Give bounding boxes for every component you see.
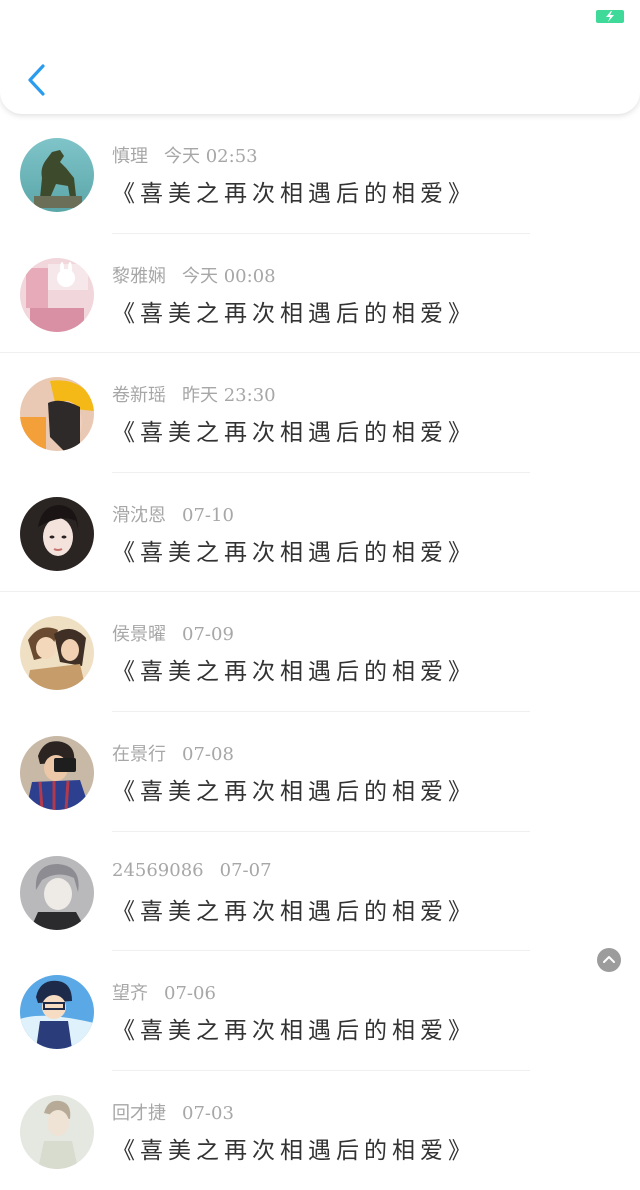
message-time: 今天 02:53 xyxy=(164,146,258,167)
message-title: 《喜美之再次相遇后的相爱》 xyxy=(112,659,476,686)
avatar[interactable] xyxy=(20,496,94,571)
message-time: 今天 00:08 xyxy=(182,265,276,287)
sender-name: 侯景曜 xyxy=(112,624,166,646)
sender-name: 在景行 xyxy=(112,743,166,765)
message-time: 07-03 xyxy=(182,1102,234,1124)
sender-name: 慎理 xyxy=(112,146,148,167)
message-title: 《喜美之再次相遇后的相爱》 xyxy=(112,539,476,566)
chevron-left-icon xyxy=(28,64,45,96)
sender-name: 滑沈恩 xyxy=(112,504,166,526)
message-title: 《喜美之再次相遇后的相爱》 xyxy=(112,300,476,327)
list-item[interactable]: 24569086 07-07 《喜美之再次相遇后的相爱》 xyxy=(0,832,640,952)
message-title: 《喜美之再次相遇后的相爱》 xyxy=(112,898,476,925)
sender-name: 回才捷 xyxy=(112,1102,166,1124)
list-item[interactable]: 侯景曜 07-09 《喜美之再次相遇后的相爱》 xyxy=(0,592,640,712)
list-item[interactable]: 卷新瑶 昨天 23:30 《喜美之再次相遇后的相爱》 xyxy=(0,353,640,473)
avatar[interactable] xyxy=(20,855,94,930)
avatar[interactable] xyxy=(20,138,94,212)
list-item[interactable]: 回才捷 07-03 《喜美之再次相遇后的相爱》 xyxy=(0,1071,640,1190)
list-item[interactable]: 黎雅娴 今天 00:08 《喜美之再次相遇后的相爱》 xyxy=(0,234,640,354)
avatar[interactable] xyxy=(20,377,94,452)
message-time: 07-06 xyxy=(164,983,216,1005)
list-item[interactable]: 慎理 今天 02:53 《喜美之再次相遇后的相爱》 xyxy=(0,114,640,234)
message-time: 07-10 xyxy=(182,504,234,526)
message-title: 《喜美之再次相遇后的相爱》 xyxy=(112,420,476,447)
message-time: 07-09 xyxy=(182,624,234,646)
list-item[interactable]: 望齐 07-06 《喜美之再次相遇后的相爱》 xyxy=(0,951,640,1071)
list-item[interactable]: 滑沈恩 07-10 《喜美之再次相遇后的相爱》 xyxy=(0,473,640,593)
message-time: 07-07 xyxy=(219,859,272,881)
sender-name: 望齐 xyxy=(112,983,148,1005)
message-title: 《喜美之再次相遇后的相爱》 xyxy=(112,778,476,805)
avatar[interactable] xyxy=(20,1094,94,1169)
message-list: 慎理 今天 02:53 《喜美之再次相遇后的相爱》 黎雅娴 今天 00:08 《喜美… xyxy=(0,114,640,1190)
app-header xyxy=(0,0,640,114)
list-item[interactable]: 在景行 07-08 《喜美之再次相遇后的相爱》 xyxy=(0,712,640,832)
scroll-top-button[interactable] xyxy=(597,948,621,972)
message-time: 昨天 23:30 xyxy=(182,385,276,407)
message-title: 《喜美之再次相遇后的相爱》 xyxy=(112,1137,476,1164)
chevron-up-icon xyxy=(603,956,615,963)
sender-name: 卷新瑶 xyxy=(112,385,166,407)
message-time: 07-08 xyxy=(182,743,234,765)
avatar[interactable] xyxy=(20,975,94,1050)
message-title: 《喜美之再次相遇后的相爱》 xyxy=(112,1018,476,1045)
battery-icon xyxy=(596,10,624,23)
avatar[interactable] xyxy=(20,735,94,810)
sender-name: 黎雅娴 xyxy=(112,265,166,287)
avatar[interactable] xyxy=(20,257,94,332)
sender-name: 24569086 xyxy=(112,859,204,881)
message-title: 《喜美之再次相遇后的相爱》 xyxy=(112,181,476,207)
back-button[interactable] xyxy=(18,60,54,100)
avatar[interactable] xyxy=(20,616,94,691)
